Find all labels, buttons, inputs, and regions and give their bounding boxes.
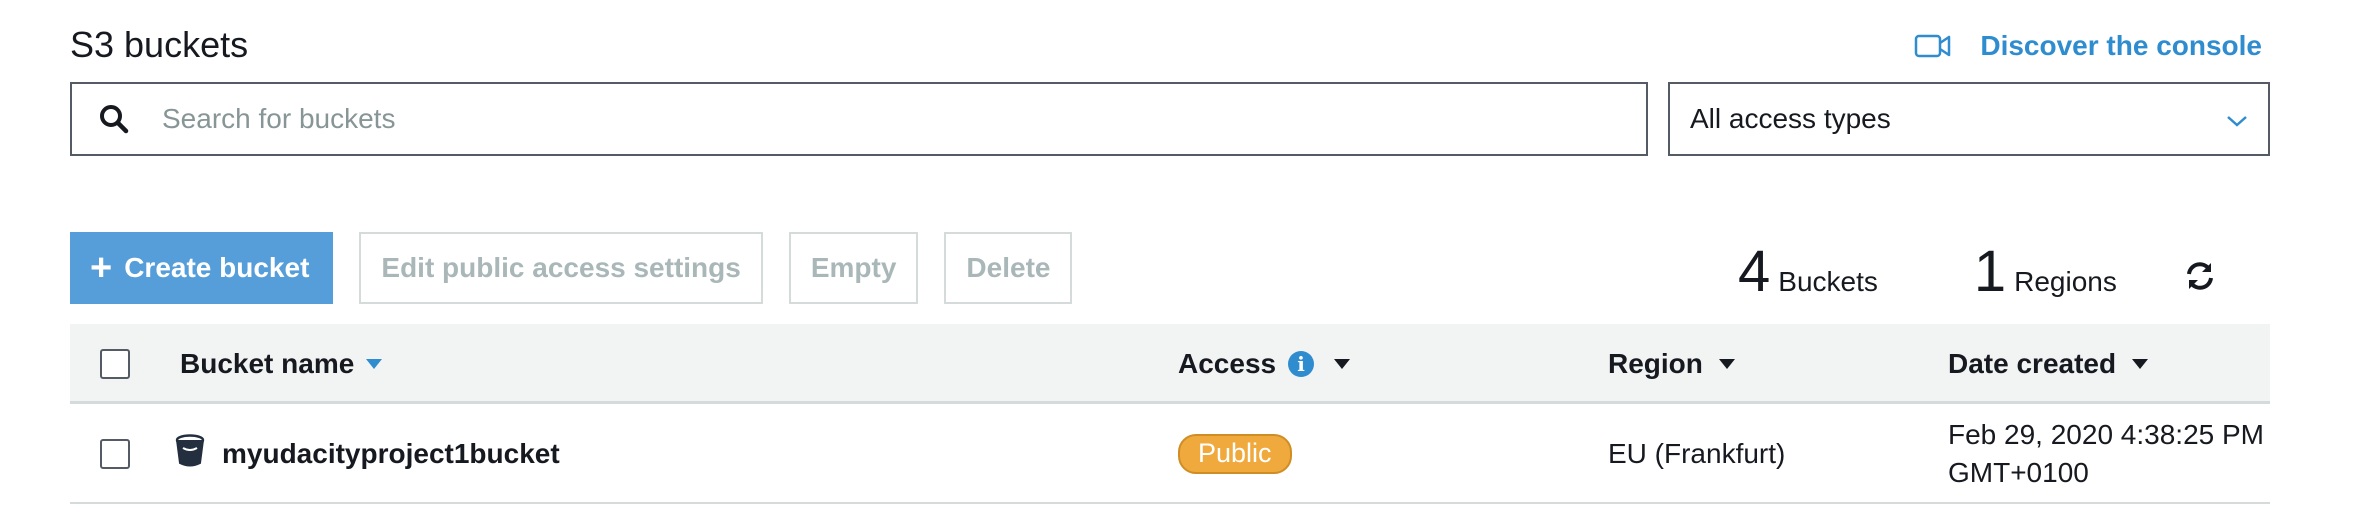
refresh-icon[interactable]: [2184, 260, 2216, 297]
column-bucket-name-label: Bucket name: [180, 348, 355, 379]
s3-buckets-page: S3 buckets Discover the console All acce…: [0, 0, 2354, 512]
column-access[interactable]: Access i: [1178, 324, 1351, 404]
table-row[interactable]: myudacityproject1bucket Public EU (Frank…: [70, 404, 2270, 504]
date-created-cell: Feb 29, 2020 4:38:25 PM GMT+0100: [1948, 404, 2264, 504]
create-bucket-label: Create bucket: [124, 252, 310, 283]
bucket-name-link[interactable]: myudacityproject1bucket: [222, 438, 560, 470]
column-bucket-name[interactable]: Bucket name: [180, 324, 383, 404]
row-select-cell: [100, 404, 130, 504]
discover-console-label: Discover the console: [1980, 30, 2262, 61]
column-region-label: Region: [1608, 348, 1703, 379]
table-header: Bucket name Access i Region Date created: [70, 324, 2270, 404]
sort-caret-icon[interactable]: [1334, 359, 1351, 369]
buckets-label: Buckets: [1778, 266, 1878, 297]
public-access-badge: Public: [1178, 434, 1292, 474]
sort-caret-icon[interactable]: [2132, 359, 2149, 369]
column-access-label: Access: [1178, 348, 1277, 379]
regions-label: Regions: [2014, 266, 2117, 297]
select-all-cell: [100, 324, 130, 404]
video-camera-icon: [1914, 33, 1952, 59]
regions-count: 1: [1973, 239, 2007, 304]
edit-public-access-button[interactable]: Edit public access settings: [359, 232, 763, 304]
access-cell: Public: [1178, 404, 1292, 504]
bucket-summary: 4 Buckets 1 Regions: [1738, 238, 2117, 305]
access-type-select[interactable]: All access types: [1668, 82, 2270, 156]
create-bucket-button[interactable]: + Create bucket: [70, 232, 334, 304]
info-icon[interactable]: i: [1288, 351, 1315, 377]
plus-icon: +: [90, 247, 113, 289]
access-type-selected: All access types: [1690, 103, 1891, 134]
discover-console-link[interactable]: Discover the console: [1914, 30, 2262, 62]
bucket-toolbar: + Create bucket Edit public access setti…: [70, 232, 1073, 304]
column-date-created-label: Date created: [1948, 348, 2117, 379]
page-title: S3 buckets: [70, 24, 249, 65]
column-region[interactable]: Region: [1608, 324, 1735, 404]
delete-button[interactable]: Delete: [944, 232, 1073, 304]
sort-caret-icon[interactable]: [1718, 359, 1735, 369]
bucket-name-cell: myudacityproject1bucket: [174, 404, 560, 504]
chevron-down-icon: [2226, 103, 2248, 135]
bucket-icon: [174, 433, 206, 475]
row-checkbox[interactable]: [100, 439, 130, 469]
buckets-count: 4: [1738, 239, 1771, 304]
search-input[interactable]: [160, 102, 1564, 136]
date-created-line1: Feb 29, 2020 4:38:25 PM: [1948, 419, 2264, 450]
date-created-line2: GMT+0100: [1948, 457, 2089, 488]
column-date-created[interactable]: Date created: [1948, 324, 2149, 404]
region-cell: EU (Frankfurt): [1608, 438, 1786, 469]
search-box[interactable]: [70, 82, 1648, 156]
empty-button[interactable]: Empty: [788, 232, 919, 304]
sort-caret-icon[interactable]: [366, 359, 383, 369]
select-all-checkbox[interactable]: [100, 349, 130, 379]
search-icon: [94, 104, 134, 134]
